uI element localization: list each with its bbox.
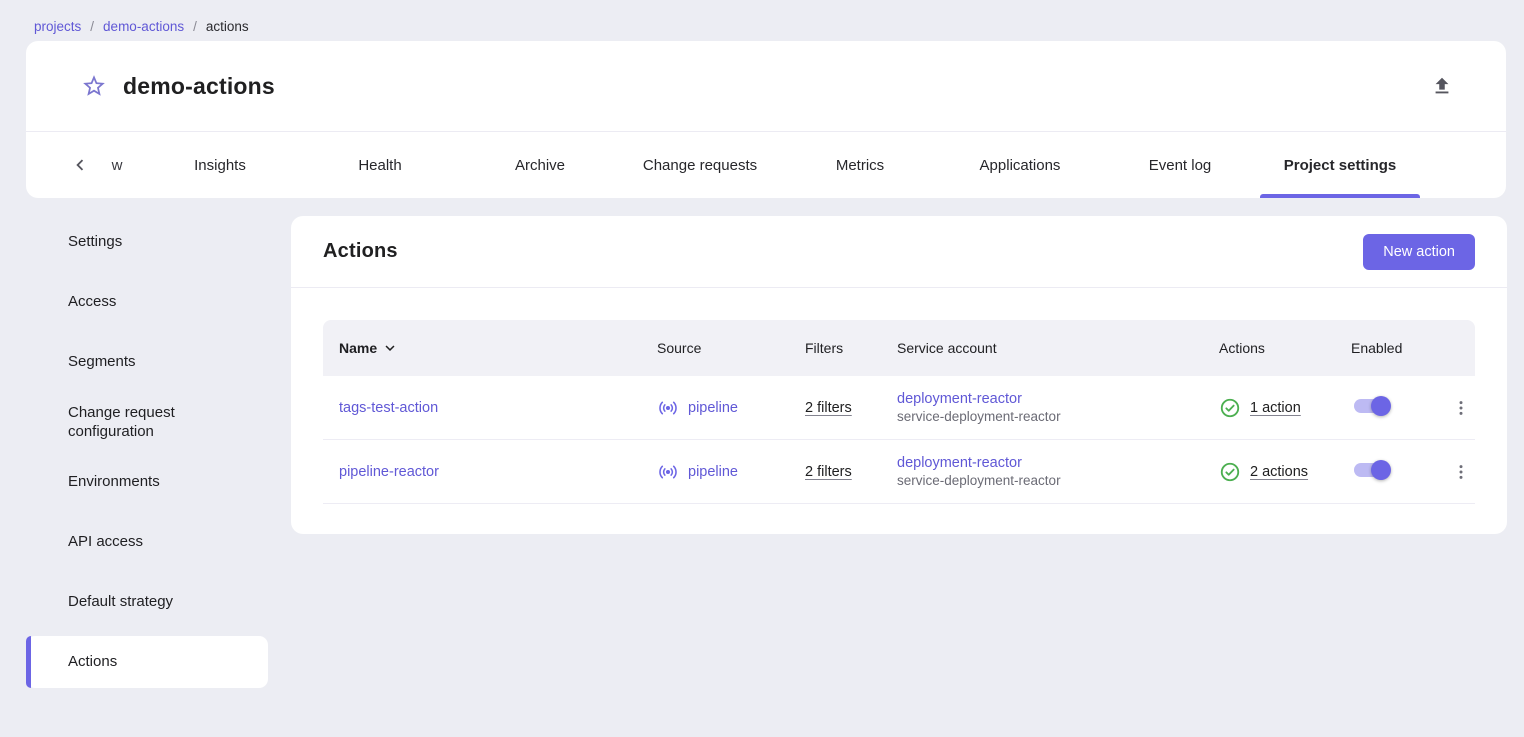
enabled-toggle[interactable]	[1351, 394, 1391, 418]
tab-project-settings[interactable]: Project settings	[1260, 132, 1420, 198]
column-header-actions: Actions	[1219, 340, 1351, 356]
actions-title: Actions	[323, 240, 398, 263]
new-action-button[interactable]: New action	[1363, 234, 1475, 270]
breadcrumb-separator: /	[193, 19, 197, 34]
filters-count[interactable]: 2 filters	[805, 464, 852, 480]
breadcrumb: projects / demo-actions / actions	[0, 0, 1524, 34]
source-link[interactable]: pipeline	[688, 400, 738, 416]
project-header: demo-actions	[26, 41, 1506, 131]
service-account-subtext: service-deployment-reactor	[897, 409, 1219, 424]
tab-change-requests[interactable]: Change requests	[620, 132, 780, 198]
tab-event-log[interactable]: Event log	[1100, 132, 1260, 198]
enabled-toggle[interactable]	[1351, 458, 1391, 482]
sidebar-item-default-strategy[interactable]: Default strategy	[26, 572, 268, 632]
breadcrumb-link-project[interactable]: demo-actions	[103, 19, 184, 34]
more-vert-icon	[1451, 462, 1471, 482]
tab-applications[interactable]: Applications	[940, 132, 1100, 198]
service-account-link[interactable]: deployment-reactor	[897, 455, 1219, 471]
export-button[interactable]	[1428, 72, 1456, 100]
table-row: tags-test-action pipeline 2 filters depl…	[323, 376, 1475, 440]
sidebar-item-api-access[interactable]: API access	[26, 512, 268, 572]
sort-chevron-down-icon	[381, 339, 399, 357]
settings-sidebar: Settings Access Segments Change request …	[26, 198, 268, 692]
row-menu-button[interactable]	[1447, 394, 1475, 422]
sensors-icon	[657, 461, 679, 483]
column-header-name[interactable]: Name	[339, 339, 657, 357]
tab-health[interactable]: Health	[300, 132, 460, 198]
sidebar-item-segments[interactable]: Segments	[26, 332, 268, 392]
filters-count[interactable]: 2 filters	[805, 400, 852, 416]
source-link[interactable]: pipeline	[688, 464, 738, 480]
sidebar-item-actions[interactable]: Actions	[26, 636, 268, 688]
service-account-subtext: service-deployment-reactor	[897, 473, 1219, 488]
actions-card-header: Actions New action	[291, 216, 1507, 288]
tab-metrics[interactable]: Metrics	[780, 132, 940, 198]
actions-card: Actions New action Name Source Filters S…	[291, 216, 1507, 534]
row-menu-button[interactable]	[1447, 458, 1475, 486]
actions-count[interactable]: 2 actions	[1250, 464, 1308, 480]
chevron-left-icon	[69, 154, 91, 176]
breadcrumb-link-projects[interactable]: projects	[34, 19, 81, 34]
sidebar-item-access[interactable]: Access	[26, 272, 268, 332]
sidebar-item-settings[interactable]: Settings	[26, 212, 268, 272]
service-account-link[interactable]: deployment-reactor	[897, 391, 1219, 407]
tabs-scroll-left-button[interactable]	[66, 151, 94, 179]
upload-icon	[1431, 75, 1453, 97]
tab-insights[interactable]: Insights	[140, 132, 300, 198]
tab-overview-truncated[interactable]: w	[94, 132, 140, 198]
more-vert-icon	[1451, 398, 1471, 418]
actions-count[interactable]: 1 action	[1250, 400, 1301, 416]
toggle-thumb	[1371, 396, 1391, 416]
favorite-button[interactable]	[80, 72, 108, 100]
toggle-thumb	[1371, 460, 1391, 480]
breadcrumb-separator: /	[90, 19, 94, 34]
column-header-source: Source	[657, 340, 805, 356]
check-circle-icon	[1219, 397, 1241, 419]
column-header-service-account: Service account	[897, 340, 1219, 356]
tab-archive[interactable]: Archive	[460, 132, 620, 198]
sidebar-item-environments[interactable]: Environments	[26, 452, 268, 512]
table-row: pipeline-reactor pipeline 2 filters depl…	[323, 440, 1475, 504]
column-header-filters: Filters	[805, 340, 897, 356]
page-title: demo-actions	[123, 73, 275, 100]
project-header-card: demo-actions w Insights Health Archive C…	[26, 41, 1506, 198]
breadcrumb-current: actions	[206, 19, 249, 34]
check-circle-icon	[1219, 461, 1241, 483]
column-header-enabled: Enabled	[1351, 340, 1439, 356]
project-tabs: w Insights Health Archive Change request…	[26, 131, 1506, 198]
content: Settings Access Segments Change request …	[0, 198, 1524, 692]
sidebar-item-change-request-configuration[interactable]: Change request configuration	[26, 392, 268, 452]
column-header-name-label: Name	[339, 340, 377, 356]
actions-table: Name Source Filters Service account Acti…	[291, 288, 1507, 534]
sensors-icon	[657, 397, 679, 419]
action-name-link[interactable]: pipeline-reactor	[339, 464, 439, 480]
star-outline-icon	[81, 73, 107, 99]
table-header-row: Name Source Filters Service account Acti…	[323, 320, 1475, 376]
action-name-link[interactable]: tags-test-action	[339, 400, 438, 416]
